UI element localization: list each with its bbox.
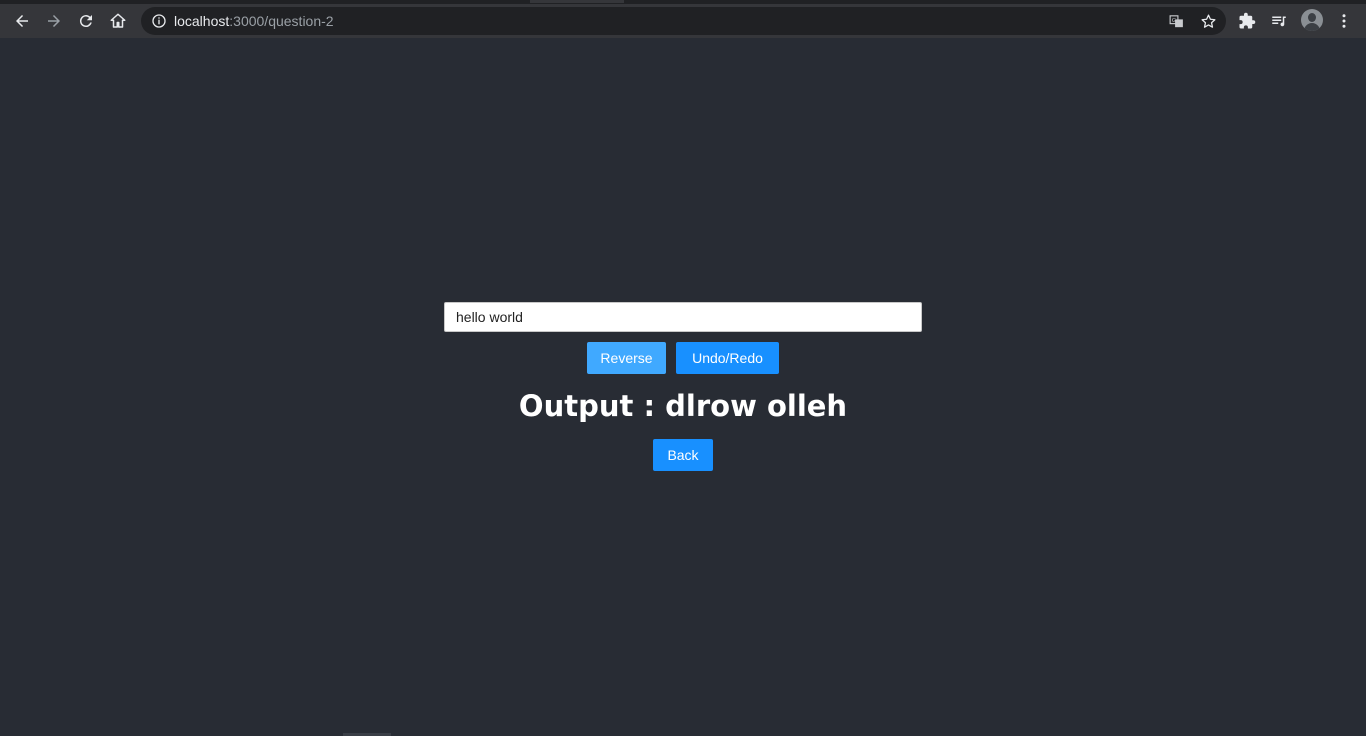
output-text: Output : dlrow olleh — [518, 389, 848, 423]
url-path: :3000/question-2 — [229, 13, 334, 29]
url-host: localhost — [174, 13, 230, 29]
avatar-body — [1304, 23, 1320, 31]
kebab-menu-icon[interactable] — [1331, 8, 1357, 34]
forward-arrow-icon[interactable] — [41, 8, 67, 34]
address-bar[interactable]: localhost:3000/question-2 G — [141, 7, 1226, 35]
reload-icon[interactable] — [73, 8, 99, 34]
text-input[interactable] — [444, 302, 922, 332]
url-text[interactable]: localhost:3000/question-2 — [174, 13, 334, 29]
back-arrow-icon[interactable] — [9, 8, 35, 34]
undo-redo-button[interactable]: Undo/Redo — [676, 342, 779, 374]
info-icon[interactable] — [150, 12, 168, 30]
star-icon[interactable] — [1198, 11, 1218, 31]
browser-toolbar: localhost:3000/question-2 G — [0, 4, 1366, 38]
active-tab-edge — [530, 0, 624, 3]
avatar-head — [1308, 13, 1316, 22]
home-icon[interactable] — [105, 8, 131, 34]
back-button[interactable]: Back — [653, 439, 713, 471]
avatar[interactable] — [1301, 9, 1323, 31]
puzzle-icon[interactable] — [1234, 8, 1260, 34]
translate-icon[interactable]: G — [1166, 11, 1186, 31]
playlist-icon[interactable] — [1266, 8, 1292, 34]
svg-text:G: G — [1171, 18, 1175, 24]
reverse-button[interactable]: Reverse — [587, 342, 666, 374]
